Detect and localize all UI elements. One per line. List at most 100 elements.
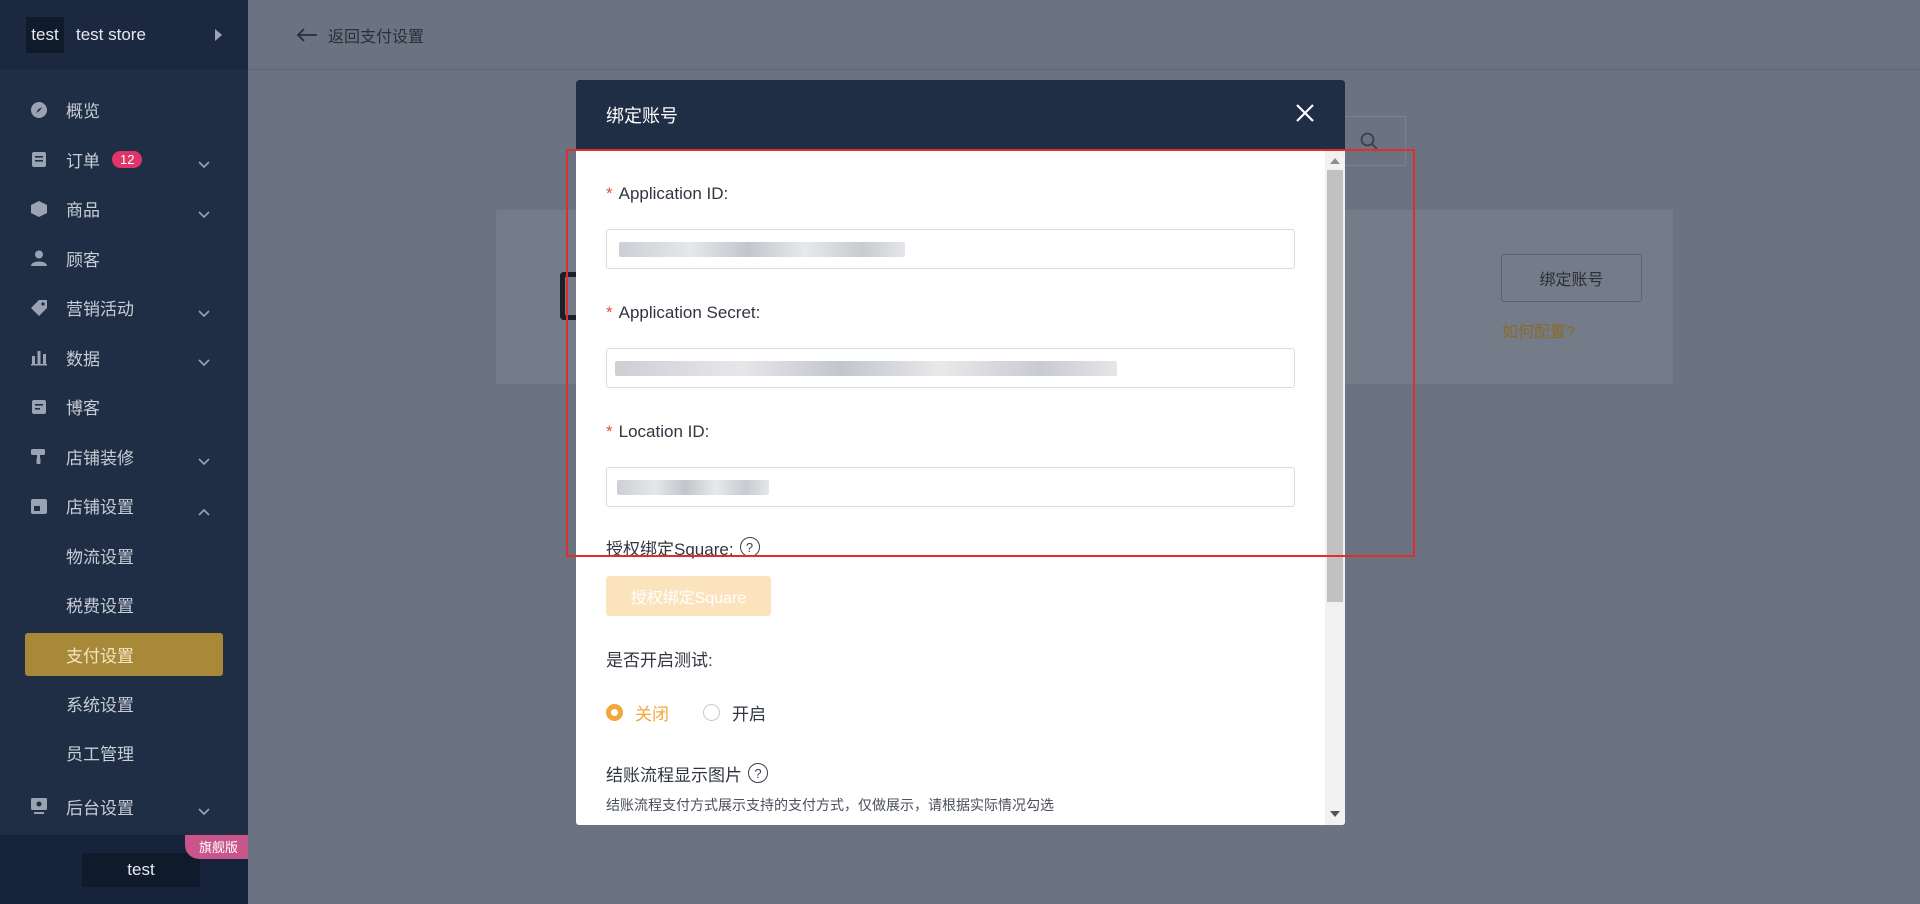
sidebar-item-orders[interactable]: 订单 12	[0, 135, 248, 185]
customer-icon	[30, 249, 48, 267]
test-mode-on-radio[interactable]: 开启	[703, 700, 766, 725]
store-name: test store	[76, 24, 146, 44]
howto-link: 如何配置?	[1502, 324, 1575, 341]
orders-count-badge: 12	[112, 150, 143, 168]
chevron-down-icon	[198, 204, 210, 224]
redacted-value	[619, 242, 905, 257]
sidebar-item-store-settings[interactable]: 店铺设置	[0, 481, 248, 531]
location-id-input[interactable]	[606, 467, 1295, 507]
checkout-image-label: 结账流程显示图片 ?	[606, 761, 1296, 785]
tag-icon	[30, 299, 48, 317]
sidebar-item-blog[interactable]: 博客	[0, 382, 248, 432]
sidebar: test test store 概览 订单 12 商品 顾客 营销活动 数据 博…	[0, 0, 248, 904]
sidebar-subitem-payment[interactable]: 支付设置	[25, 632, 223, 676]
sidebar-subitem-system[interactable]: 系统设置	[0, 679, 248, 729]
chevron-down-icon	[198, 352, 210, 372]
back-link[interactable]: 返回支付设置	[296, 23, 424, 47]
arrow-left-icon	[296, 27, 317, 42]
modal-header: 绑定账号	[576, 80, 1345, 150]
modal-scrollbar[interactable]	[1325, 150, 1345, 825]
scroll-down-arrow-icon[interactable]	[1330, 811, 1340, 817]
sidebar-item-products[interactable]: 商品	[0, 184, 248, 234]
radio-label: 关闭	[635, 705, 669, 724]
application-id-input[interactable]	[606, 229, 1295, 269]
sidebar-item-label: 概览	[66, 102, 100, 122]
search-icon	[1360, 132, 1378, 150]
required-marker: *	[606, 184, 613, 203]
field-label-text: Location ID:	[618, 422, 710, 441]
bind-account-modal: 绑定账号 * Application ID: * Application Secre…	[576, 80, 1345, 825]
required-marker: *	[606, 422, 613, 441]
sidebar-item-label: 店铺装修	[66, 448, 134, 468]
sidebar-item-data[interactable]: 数据	[0, 333, 248, 383]
redacted-value	[615, 361, 1117, 376]
caret-right-icon	[215, 28, 222, 41]
help-icon[interactable]: ?	[739, 537, 760, 557]
sidebar-item-label: 营销活动	[66, 300, 134, 320]
sidebar-item-label: 商品	[66, 201, 100, 221]
sidebar-item-overview[interactable]: 概览	[0, 85, 248, 135]
back-link-label: 返回支付设置	[328, 28, 425, 46]
blog-icon	[30, 398, 48, 416]
sidebar-subitem-shipping[interactable]: 物流设置	[0, 531, 248, 581]
store-switcher[interactable]: test test store	[0, 0, 248, 69]
field-label-text: 是否开启测试:	[606, 650, 713, 670]
scroll-thumb[interactable]	[1327, 170, 1343, 602]
close-icon	[1296, 103, 1314, 122]
test-mode-radio-group: 关闭 开启	[606, 700, 1296, 725]
sidebar-subitem-staff[interactable]: 员工管理	[0, 728, 248, 778]
products-icon	[30, 200, 48, 218]
sidebar-item-marketing[interactable]: 营销活动	[0, 283, 248, 333]
application-id-label: * Application ID:	[606, 182, 1296, 206]
field-label-text: 结账流程显示图片	[606, 765, 742, 785]
help-icon[interactable]: ?	[748, 763, 768, 783]
scroll-up-arrow-icon[interactable]	[1330, 158, 1340, 164]
field-label-text: Application Secret:	[618, 303, 761, 322]
chevron-up-icon	[198, 501, 210, 521]
radio-indicator	[703, 704, 720, 721]
sidebar-item-label: 博客	[66, 399, 100, 419]
authorize-square-label: 授权绑定Square: ?	[606, 535, 1296, 559]
chevron-down-icon	[198, 801, 210, 821]
sidebar-item-customers[interactable]: 顾客	[0, 234, 248, 284]
modal-title: 绑定账号	[606, 106, 678, 126]
radio-label: 开启	[732, 705, 766, 724]
radio-indicator	[606, 704, 623, 721]
application-secret-input[interactable]	[606, 348, 1295, 388]
test-mode-off-radio[interactable]: 关闭	[606, 700, 669, 725]
location-id-label: * Location ID:	[606, 420, 1296, 444]
application-secret-label: * Application Secret:	[606, 301, 1296, 325]
sidebar-item-decoration[interactable]: 店铺装修	[0, 432, 248, 482]
checkout-image-hint: 结账流程支付方式展示支持的支付方式，仅做展示，请根据实际情况勾选	[606, 797, 1054, 813]
field-label-text: Application ID:	[618, 184, 729, 203]
redacted-value	[617, 480, 769, 495]
bind-account-button: 绑定账号	[1501, 254, 1642, 302]
sidebar-item-label: 数据	[66, 349, 100, 369]
sidebar-nav: 概览 订单 12 商品 顾客 营销活动 数据 博客 店铺装修 店铺设置 物流设置…	[0, 69, 248, 831]
sidebar-item-backend[interactable]: 后台设置	[0, 782, 248, 832]
plan-badge: 旗舰版	[184, 835, 248, 859]
brush-icon	[30, 447, 48, 465]
monitor-icon	[30, 797, 48, 815]
sidebar-subitem-tax[interactable]: 税费设置	[0, 580, 248, 630]
topbar: 返回支付设置	[248, 0, 1920, 70]
field-label-text: 授权绑定Square:	[606, 539, 734, 559]
dashboard-icon	[30, 101, 48, 119]
sidebar-footer: test 旗舰版	[0, 835, 248, 904]
authorize-square-button[interactable]: 授权绑定Square	[606, 576, 771, 616]
close-button[interactable]	[1295, 103, 1315, 128]
sidebar-item-label: 后台设置	[66, 798, 134, 818]
sidebar-item-label: 顾客	[66, 250, 100, 270]
chevron-down-icon	[198, 451, 210, 471]
chevron-down-icon	[198, 303, 210, 323]
required-marker: *	[606, 303, 613, 322]
search-button	[1344, 116, 1406, 166]
store-icon	[30, 497, 48, 515]
footer-user[interactable]: test	[82, 853, 200, 887]
chart-icon	[30, 348, 48, 366]
sidebar-item-label: 店铺设置	[66, 498, 134, 518]
store-logo: test	[26, 16, 64, 53]
test-mode-label: 是否开启测试:	[606, 646, 1296, 670]
sidebar-item-label: 订单	[66, 151, 100, 171]
orders-icon	[30, 150, 48, 168]
